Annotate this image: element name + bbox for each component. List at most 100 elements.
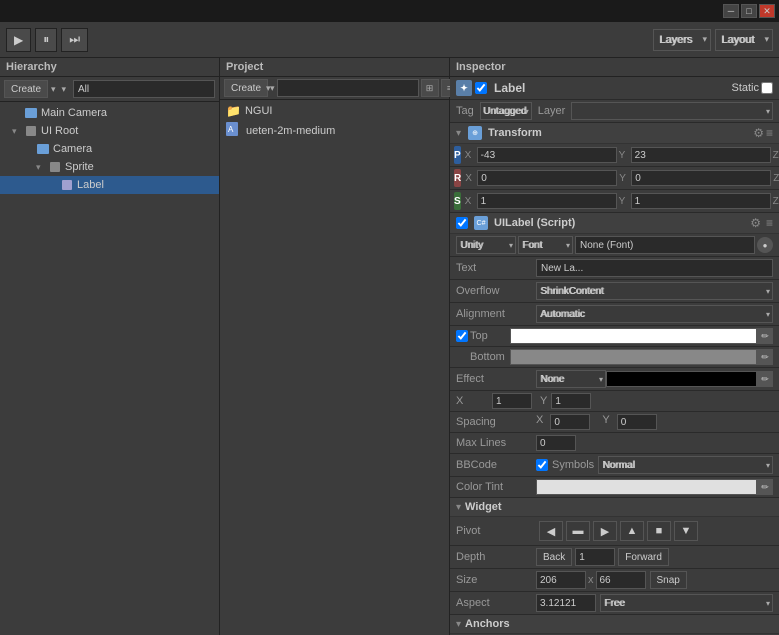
hierarchy-label[interactable]: Label: [0, 176, 219, 194]
effect-row: Effect None None ✏: [450, 368, 779, 391]
camera-icon: [24, 106, 38, 120]
minimize-button[interactable]: ─: [723, 4, 739, 18]
file-icon-font: A: [226, 122, 238, 139]
text-input[interactable]: [536, 259, 773, 277]
project-create-arrow[interactable]: ▾: [270, 83, 275, 94]
uilabel-section: C# UILabel (Script) ⚙ ≡ Unity Unity: [450, 213, 779, 498]
x-size-input[interactable]: [492, 393, 532, 409]
aspect-type-dropdown[interactable]: Free: [600, 594, 773, 612]
folder-icon-ngui: 📁: [226, 104, 241, 118]
hierarchy-title: Hierarchy: [6, 61, 57, 73]
aspect-value-input[interactable]: [536, 594, 596, 612]
transform-section: ▾ ⊕ Transform ⚙ ≡ P X: [450, 123, 779, 213]
gradient-checkbox[interactable]: [456, 330, 468, 342]
project-search-input[interactable]: [277, 79, 419, 97]
effect-dropdown[interactable]: None: [536, 370, 606, 388]
pause-button[interactable]: ⏸: [35, 28, 57, 52]
size-label: Size: [456, 574, 536, 586]
unity-dropdown[interactable]: Unity: [456, 236, 516, 254]
uilabel-menu-icon[interactable]: ≡: [766, 216, 773, 230]
play-button[interactable]: ▶: [6, 28, 31, 52]
transform-header[interactable]: ▾ ⊕ Transform ⚙ ≡: [450, 123, 779, 144]
anchors-header[interactable]: ▾ Anchors: [450, 615, 779, 634]
font-type-dropdown[interactable]: Font: [518, 236, 573, 254]
colortint-color-box[interactable]: [536, 479, 757, 495]
uilabel-active-checkbox[interactable]: [456, 217, 468, 229]
object-active-checkbox[interactable]: [475, 82, 487, 94]
depth-forward-button[interactable]: Forward: [618, 548, 669, 566]
widget-header[interactable]: ▾ Widget: [450, 498, 779, 517]
rotation-x-input[interactable]: [477, 170, 617, 186]
size-height-input[interactable]: [596, 571, 646, 589]
static-checkbox[interactable]: [761, 82, 773, 94]
scale-y-input[interactable]: [631, 193, 771, 209]
hierarchy-camera[interactable]: Camera: [0, 140, 219, 158]
snap-button[interactable]: Snap: [650, 571, 687, 589]
tree-toggle-expand-2: ▾: [36, 162, 48, 173]
project-create-button[interactable]: Create: [224, 79, 268, 97]
layer-label: Layer: [538, 105, 566, 117]
hierarchy-search-input[interactable]: [73, 80, 215, 98]
pivot-right-button[interactable]: ▶: [593, 521, 617, 541]
layout-dropdown[interactable]: Layout: [715, 29, 773, 51]
bottom-color-box[interactable]: [510, 349, 757, 365]
overflow-dropdown[interactable]: ShrinkContent: [536, 282, 773, 300]
layer-select[interactable]: [571, 102, 773, 120]
camera-icon-2: [36, 142, 50, 156]
effect-color-picker-button[interactable]: ✏: [757, 371, 773, 387]
spacing-y-input[interactable]: [617, 414, 657, 430]
label-icon: [60, 178, 74, 192]
project-icon-btn-1[interactable]: ⊞: [421, 79, 439, 97]
pivot-middle-button[interactable]: ■: [647, 521, 671, 541]
size-width-input[interactable]: [536, 571, 586, 589]
position-label[interactable]: P: [454, 146, 461, 164]
uilabel-header[interactable]: C# UILabel (Script) ⚙ ≡: [450, 213, 779, 234]
uilabel-icon: C#: [474, 216, 488, 230]
y-size-input[interactable]: [551, 393, 591, 409]
maximize-button[interactable]: □: [741, 4, 757, 18]
transform-icon: ⊕: [468, 126, 482, 140]
hierarchy-sprite[interactable]: ▾ Sprite: [0, 158, 219, 176]
font-pick-button[interactable]: ●: [757, 237, 773, 253]
pivot-center-button[interactable]: ▬: [566, 521, 590, 541]
close-button[interactable]: ✕: [759, 4, 775, 18]
colortint-picker-button[interactable]: ✏: [757, 479, 773, 495]
pivot-left-button[interactable]: ◀: [539, 521, 563, 541]
inspector-content: ✦ Label Static Tag Untagged Untagged: [450, 77, 779, 635]
rx-label: X: [465, 173, 475, 184]
rotation-y-input[interactable]: [631, 170, 771, 186]
depth-input[interactable]: [575, 548, 615, 566]
pivot-up-button[interactable]: ▲: [620, 521, 644, 541]
hierarchy-create-arrow[interactable]: ▾: [51, 84, 56, 95]
step-button[interactable]: ⏭: [61, 28, 88, 52]
project-tree: 📁 NGUI A ueten-2m-medium: [220, 100, 449, 635]
effect-color-box[interactable]: [606, 371, 757, 387]
top-color-picker-button[interactable]: ✏: [757, 328, 773, 344]
layers-dropdown[interactable]: Layers: [653, 29, 711, 51]
project-item-ngui[interactable]: 📁 NGUI: [220, 102, 449, 120]
tag-select[interactable]: Untagged: [480, 102, 532, 120]
pivot-down-button[interactable]: ▼: [674, 521, 698, 541]
bottom-color-picker-button[interactable]: ✏: [757, 349, 773, 365]
widget-size-row: Size x Snap: [450, 569, 779, 592]
hierarchy-ui-root[interactable]: ▾ UI Root: [0, 122, 219, 140]
hierarchy-create-button[interactable]: Create: [4, 80, 48, 98]
position-y-input[interactable]: [631, 147, 771, 163]
maxlines-input[interactable]: [536, 435, 576, 451]
scale-x-input[interactable]: [477, 193, 617, 209]
transform-settings-icon[interactable]: ⚙: [753, 126, 764, 140]
x-size-label: X: [456, 395, 492, 407]
spacing-x-input[interactable]: [550, 414, 590, 430]
top-color-box[interactable]: [510, 328, 757, 344]
transform-menu-icon[interactable]: ≡: [766, 126, 773, 140]
hierarchy-main-camera[interactable]: Main Camera: [0, 104, 219, 122]
alignment-dropdown[interactable]: Automatic: [536, 305, 773, 323]
position-x-input[interactable]: [477, 147, 617, 163]
scale-label[interactable]: S: [454, 192, 461, 210]
rotation-label[interactable]: R: [454, 169, 461, 187]
uilabel-settings-icon[interactable]: ⚙: [750, 216, 761, 230]
symbols-dropdown[interactable]: Normal: [598, 456, 773, 474]
depth-back-button[interactable]: Back: [536, 548, 572, 566]
bbcode-checkbox[interactable]: [536, 459, 548, 471]
project-item-font[interactable]: A ueten-2m-medium: [220, 120, 449, 141]
